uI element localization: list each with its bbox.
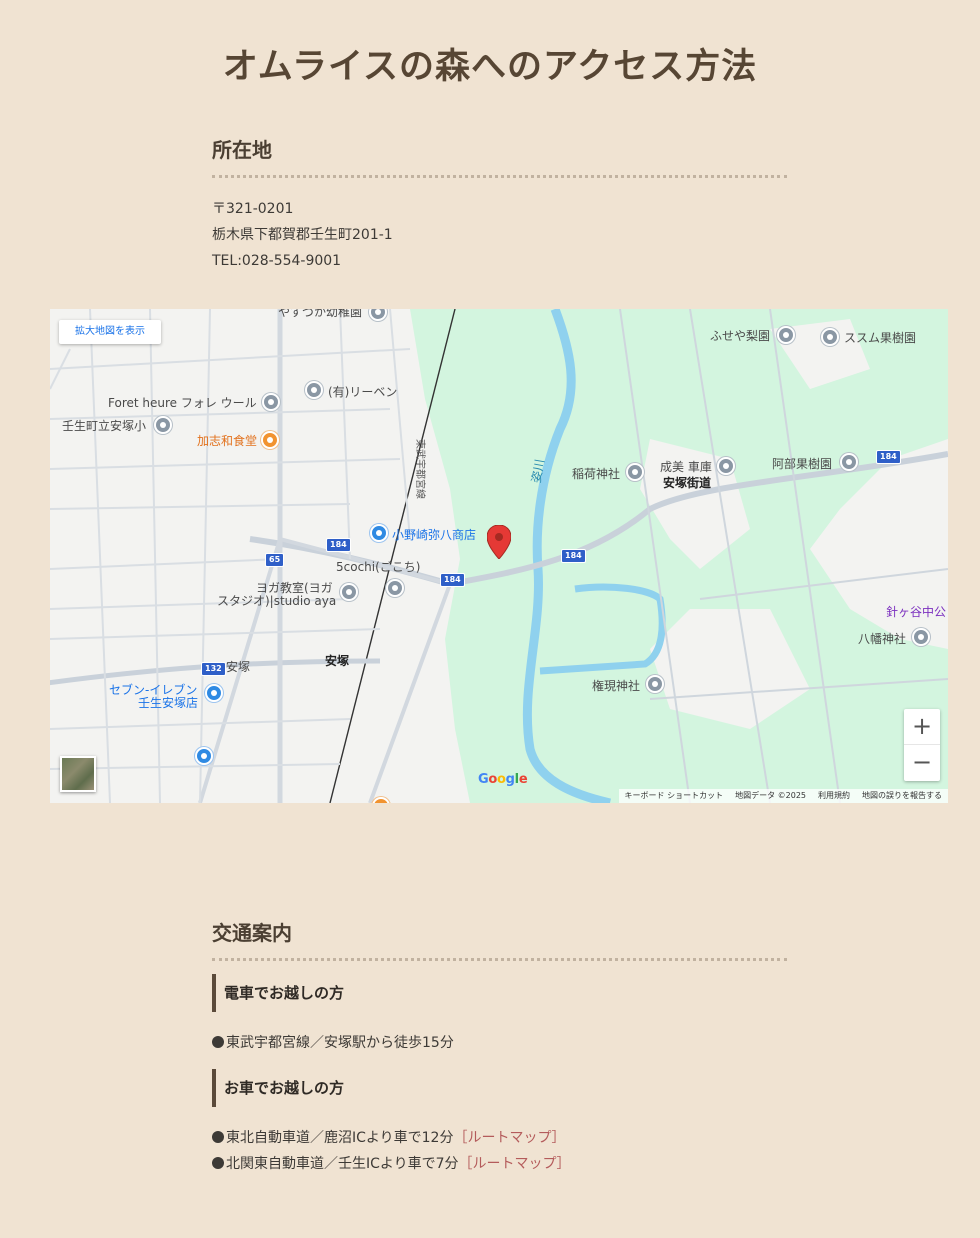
satellite-toggle[interactable] [60, 756, 96, 792]
map-label-kindergarten: やすづか幼稚園 [278, 309, 363, 319]
google-logo: Google [478, 772, 528, 787]
route-map-link-mibu[interactable]: ［ルートマップ］ [459, 1156, 571, 1172]
location-heading: 所在地 [212, 134, 787, 178]
zoom-out-button[interactable]: − [904, 745, 940, 781]
route-184-shield-2: 184 [326, 538, 351, 552]
map-label-susumu: ススム果樹園 [844, 331, 917, 345]
abe-pin-icon[interactable] [840, 453, 858, 471]
map-label-harigaya: 針ヶ谷中公 [886, 605, 947, 619]
map-label-seven-2: 壬生安塚店 [138, 696, 199, 710]
foret-pin-icon[interactable] [262, 393, 280, 411]
map-label-fuseya: ふせや梨園 [710, 329, 771, 343]
map-label-gongen: 権現神社 [592, 679, 641, 693]
train-info: 東武宇都宮線／安塚駅から徒歩15分 [212, 1033, 454, 1053]
bullet-icon [212, 1036, 224, 1048]
map-label-station: 安塚 [325, 654, 350, 668]
car-heading: お車でお越しの方 [212, 1069, 787, 1107]
bullet-icon [212, 1157, 224, 1169]
map-label-yoga-1: ヨガ教室(ヨガ [256, 581, 333, 595]
map-label-hachiman: 八幡神社 [858, 632, 907, 646]
zoom-controls: + − [904, 709, 940, 781]
map-label-riben: (有)リーベン [328, 385, 398, 399]
garage-pin-icon[interactable] [717, 457, 735, 475]
map-label-yasuzuka-kaido: 安塚街道 [663, 476, 712, 490]
street-address: 栃木県下都賀郡壬生町201-1 [212, 227, 393, 243]
access-section: 交通案内 [212, 917, 787, 961]
fuseya-pin-icon[interactable] [777, 326, 795, 344]
hachiman-shrine-icon[interactable] [912, 628, 930, 646]
zoom-in-button[interactable]: + [904, 709, 940, 745]
route-132-shield: 132 [201, 662, 226, 676]
train-heading: 電車でお越しの方 [212, 974, 787, 1012]
map-label-school: 壬生町立安塚小 [62, 419, 147, 433]
map-attribution: キーボード ショートカット 地図データ ©2025 利用規約 地図の誤りを報告す… [618, 789, 948, 803]
map-label-rail-line: 東武宇都宮線 [414, 439, 425, 499]
route-map-link-kanuma[interactable]: ［ルートマップ］ [453, 1130, 565, 1146]
report-error-link[interactable]: 地図の誤りを報告する [862, 789, 942, 803]
route-184-shield-4: 184 [440, 573, 465, 587]
terms-link[interactable]: 利用規約 [818, 789, 850, 803]
riben-pin-icon[interactable] [305, 381, 323, 399]
map-label-cochi: 5cochi(ごこち) [336, 560, 421, 574]
route-65-shield: 65 [265, 553, 285, 567]
car-info-2: 北関東自動車道／壬生ICより車で7分［ルートマップ］ [212, 1154, 571, 1174]
convenience-store-icon[interactable] [205, 684, 223, 702]
map-data-text: 地図データ ©2025 [735, 791, 806, 800]
route-184-shield-3: 184 [561, 549, 586, 563]
cochi-pin-icon[interactable] [386, 579, 404, 597]
map-label-onozaki: 小野崎弥八商店 [392, 528, 477, 542]
school-pin-icon[interactable] [154, 416, 172, 434]
map-label-inari: 稲荷神社 [572, 467, 621, 481]
yoga-pin-icon[interactable] [340, 583, 358, 601]
route-184-shield: 184 [876, 450, 901, 464]
car-info-1-text: 東北自動車道／鹿沼ICより車で12分 [226, 1130, 454, 1146]
restaurant-pin-icon[interactable] [261, 431, 279, 449]
map-label-kashiwa: 加志和食堂 [197, 434, 258, 448]
car-info-2-text: 北関東自動車道／壬生ICより車で7分 [226, 1156, 459, 1172]
address-block: 〒321-0201 栃木県下都賀郡壬生町201-1 TEL:028-554-90… [212, 196, 393, 274]
map-label-yoga-2: スタジオ)|studio aya [217, 594, 337, 608]
telephone[interactable]: TEL:028-554-9001 [212, 248, 393, 274]
embedded-map[interactable]: 拡大地図を表示 やすづか幼稚園 ふせや梨園 ススム果樹園 Foret heure… [50, 309, 948, 803]
bullet-icon [212, 1131, 224, 1143]
map-label-narumi: 成美 車庫 [660, 460, 712, 474]
susumu-pin-icon[interactable] [821, 328, 839, 346]
keyboard-shortcuts-link[interactable]: キーボード ショートカット [625, 789, 724, 803]
gongen-shrine-icon[interactable] [646, 675, 664, 693]
gas-station-icon[interactable] [195, 747, 213, 765]
access-heading: 交通案内 [212, 917, 787, 961]
postal-code: 〒321-0201 [212, 201, 294, 217]
map-label-abe: 阿部果樹園 [772, 457, 833, 471]
page-title: オムライスの森へのアクセス方法 [222, 46, 758, 87]
location-section: 所在地 [212, 134, 787, 178]
location-marker-icon[interactable] [487, 525, 511, 559]
enlarge-map-button[interactable]: 拡大地図を表示 [59, 320, 161, 344]
map-label-seven-1: セブン-イレブン [109, 683, 198, 697]
car-info-1: 東北自動車道／鹿沼ICより車で12分［ルートマップ］ [212, 1128, 565, 1148]
shop-pin-icon[interactable] [370, 524, 388, 542]
map-label-yasuzuka-area: 安塚 [226, 660, 251, 674]
inari-shrine-icon[interactable] [626, 463, 644, 481]
train-info-text: 東武宇都宮線／安塚駅から徒歩15分 [226, 1035, 454, 1051]
map-label-foret: Foret heure フォレ ウール [108, 396, 257, 410]
